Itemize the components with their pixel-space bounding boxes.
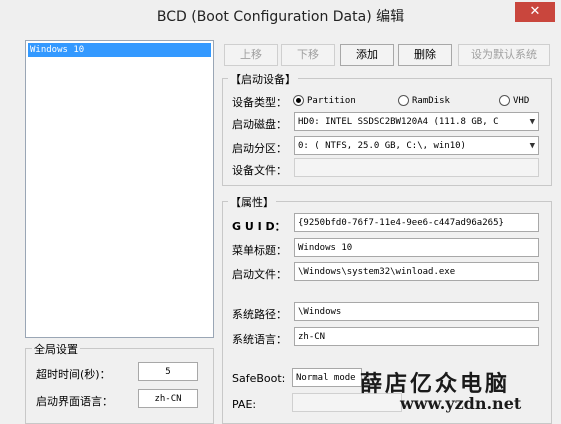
title-bar: BCD (Boot Configuration Data) 编辑 ✕: [0, 0, 561, 30]
chevron-down-icon: ▼: [529, 141, 535, 151]
system-lang-input[interactable]: zh-CN: [294, 327, 539, 346]
safeboot-label: SafeBoot:: [232, 372, 286, 385]
close-button[interactable]: ✕: [515, 2, 555, 22]
timeout-label: 超时时间(秒)：: [36, 368, 111, 381]
delete-button[interactable]: 删除: [398, 44, 452, 66]
timeout-input[interactable]: 5: [138, 362, 198, 381]
ui-lang-input[interactable]: zh-CN: [138, 389, 198, 408]
move-down-button[interactable]: 下移: [281, 44, 335, 66]
device-file-input[interactable]: [294, 158, 539, 177]
radio-indicator: [293, 95, 304, 106]
window-title: BCD (Boot Configuration Data) 编辑: [156, 9, 405, 25]
boot-disk-label: 启动磁盘：: [232, 118, 287, 131]
guid-field[interactable]: {9250bfd0-76f7-11e4-9ee6-c447ad96a265}: [294, 213, 539, 232]
boot-entry-list[interactable]: Windows 10: [25, 40, 214, 338]
device-type-label: 设备类型：: [232, 96, 287, 109]
system-path-label: 系统路径：: [232, 308, 287, 321]
pae-label: PAE:: [232, 398, 257, 411]
global-settings-title: 全局设置: [32, 341, 80, 357]
radio-partition[interactable]: Partition: [293, 95, 356, 106]
menu-title-label: 菜单标题：: [232, 244, 287, 257]
properties-title: 【属性】: [228, 194, 276, 210]
radio-indicator: [499, 95, 510, 106]
global-settings-group: [25, 348, 214, 424]
radio-vhd[interactable]: VHD: [499, 95, 529, 106]
move-up-button[interactable]: 上移: [224, 44, 278, 66]
list-item[interactable]: Windows 10: [28, 43, 211, 57]
radio-ramdisk[interactable]: RamDisk: [398, 95, 450, 106]
boot-partition-select[interactable]: 0: ( NTFS, 25.0 GB, C:\, win10) ▼: [294, 136, 539, 155]
boot-file-input[interactable]: \Windows\system32\winload.exe: [294, 262, 539, 281]
radio-indicator: [398, 95, 409, 106]
device-file-label: 设备文件：: [232, 164, 287, 177]
system-lang-label: 系统语言：: [232, 333, 287, 346]
radio-label: Partition: [307, 95, 356, 106]
add-button[interactable]: 添加: [340, 44, 394, 66]
ui-lang-label: 启动界面语言：: [36, 395, 113, 408]
boot-file-label: 启动文件：: [232, 268, 287, 281]
radio-label: VHD: [513, 95, 530, 106]
radio-label: RamDisk: [412, 95, 450, 106]
safeboot-select[interactable]: Normal mode: [292, 368, 362, 387]
menu-title-input[interactable]: Windows 10: [294, 238, 539, 257]
boot-partition-label: 启动分区：: [232, 142, 287, 155]
chevron-down-icon: ▼: [529, 117, 535, 127]
boot-disk-select[interactable]: HD0: INTEL SSDSC2BW120A4 (111.8 GB, C ▼: [294, 112, 539, 131]
guid-label: G U I D：: [232, 220, 286, 233]
system-path-input[interactable]: \Windows: [294, 302, 539, 321]
boot-disk-value: HD0: INTEL SSDSC2BW120A4 (111.8 GB, C: [298, 117, 499, 127]
set-default-button[interactable]: 设为默认系统: [458, 44, 550, 66]
boot-partition-value: 0: ( NTFS, 25.0 GB, C:\, win10): [298, 141, 466, 151]
watermark-url: www.yzdn.net: [400, 394, 522, 413]
boot-device-title: 【启动设备】: [228, 71, 298, 87]
